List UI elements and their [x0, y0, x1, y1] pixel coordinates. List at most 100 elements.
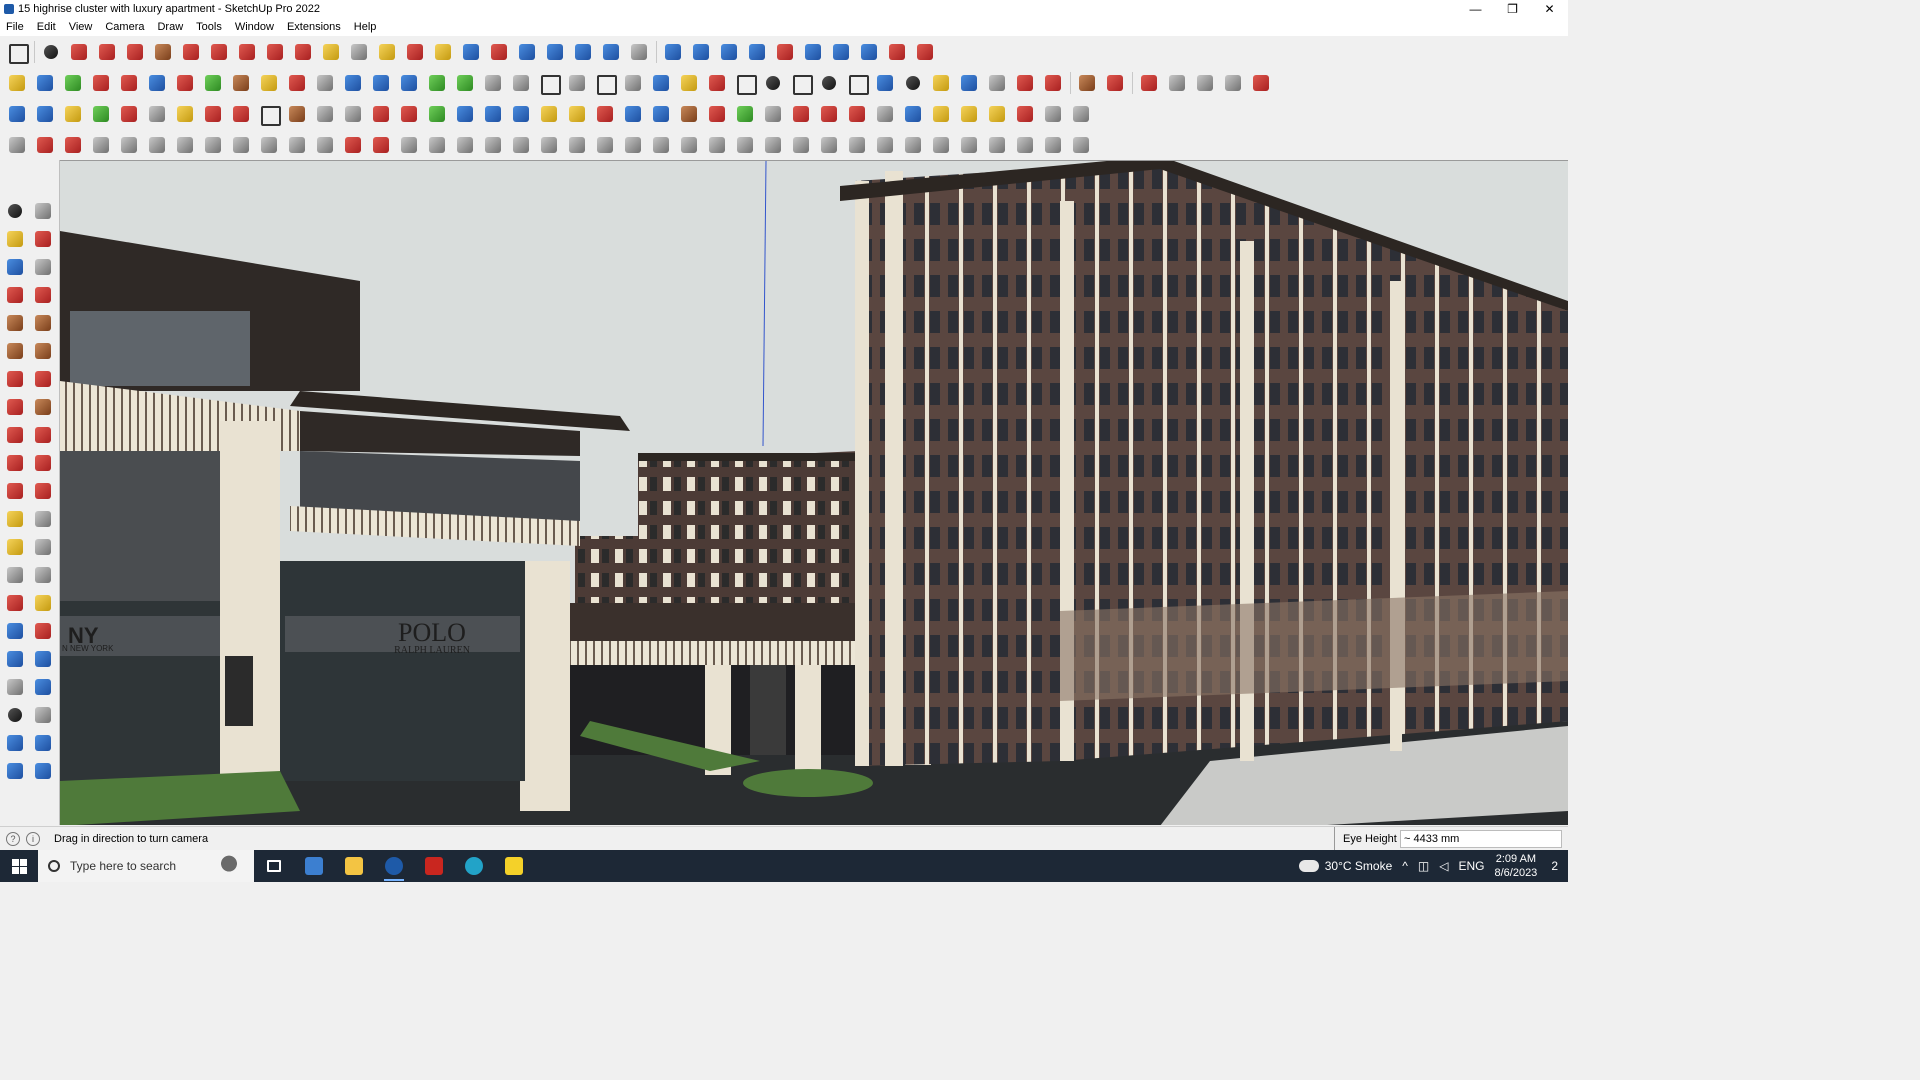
wireframe-style-icon[interactable] — [34, 72, 56, 94]
menu-window[interactable]: Window — [235, 21, 274, 33]
stack-icon[interactable] — [594, 134, 616, 156]
notification-badge[interactable]: 2 — [1551, 859, 1558, 873]
scissors-icon[interactable] — [90, 134, 112, 156]
leaf-icon[interactable] — [678, 72, 700, 94]
window-frame-icon[interactable] — [902, 103, 924, 125]
text-side-icon[interactable] — [32, 536, 54, 558]
menu-file[interactable]: File — [6, 21, 24, 33]
zoom-icon[interactable] — [6, 41, 29, 64]
close-gap-icon[interactable] — [1014, 103, 1036, 125]
corner-double-icon[interactable] — [314, 134, 336, 156]
tag-icon[interactable] — [32, 256, 54, 278]
building-icon[interactable] — [482, 72, 504, 94]
extension-side-icon[interactable] — [32, 732, 54, 754]
panel-curve-icon[interactable] — [538, 134, 560, 156]
left-view-icon[interactable] — [230, 72, 252, 94]
position-camera-icon[interactable] — [4, 676, 26, 698]
select-icon[interactable] — [4, 200, 26, 222]
spline-icon[interactable] — [370, 103, 392, 125]
redo-push-pull-icon[interactable] — [118, 103, 140, 125]
section-display-icon[interactable] — [690, 41, 712, 63]
two-point-arc-icon[interactable] — [32, 368, 54, 390]
loop-icon[interactable] — [566, 103, 588, 125]
slope-icon[interactable] — [342, 134, 364, 156]
mirror-icon[interactable] — [370, 72, 392, 94]
eraser-icon[interactable] — [68, 41, 90, 63]
drape-icon[interactable] — [454, 72, 476, 94]
car-icon[interactable] — [62, 134, 84, 156]
text-icon[interactable] — [348, 41, 370, 63]
cube-outline-icon[interactable] — [202, 134, 224, 156]
cone-icon[interactable] — [482, 103, 504, 125]
rotate-side-icon[interactable] — [4, 452, 26, 474]
parallelogram-shape-icon[interactable] — [846, 72, 869, 95]
lines-icon[interactable] — [762, 134, 784, 156]
wheel-icon[interactable] — [958, 134, 980, 156]
shaded-style-icon[interactable] — [62, 72, 84, 94]
arch-icon[interactable] — [398, 134, 420, 156]
scale-icon[interactable] — [292, 41, 314, 63]
extension-warehouse-icon[interactable] — [544, 41, 566, 63]
rectangle-side-icon[interactable] — [4, 312, 26, 334]
hatch-icon[interactable] — [874, 134, 896, 156]
rotate-icon[interactable] — [264, 41, 286, 63]
taskbar-search[interactable]: Type here to search — [38, 850, 254, 882]
polygon-side-icon[interactable] — [32, 340, 54, 362]
polyline-icon[interactable] — [6, 134, 28, 156]
push-pull-icon[interactable] — [180, 41, 202, 63]
slant-icon[interactable] — [622, 134, 644, 156]
menu-camera[interactable]: Camera — [105, 21, 144, 33]
tray-chevron-icon[interactable]: ^ — [1402, 859, 1408, 873]
offset-icon[interactable] — [202, 103, 224, 125]
circle-shape-icon[interactable] — [762, 72, 784, 94]
three-point-arc-icon[interactable] — [4, 396, 26, 418]
lasso-shape-icon[interactable] — [958, 72, 980, 94]
ring-icon[interactable] — [622, 103, 644, 125]
hand-icon[interactable] — [510, 134, 532, 156]
zoom-extents-icon[interactable] — [488, 41, 510, 63]
zoom-side-icon[interactable] — [4, 620, 26, 642]
zoom-extents-side-icon[interactable] — [4, 648, 26, 670]
round-corner-icon[interactable] — [174, 103, 196, 125]
bezier-icon[interactable] — [342, 103, 364, 125]
grid-tool-icon[interactable] — [734, 103, 756, 125]
top-view-icon[interactable] — [118, 72, 140, 94]
hexagon-shape-icon[interactable] — [790, 72, 813, 95]
section-side-icon[interactable] — [32, 704, 54, 726]
rotated-rect-icon[interactable] — [32, 312, 54, 334]
iso-view-icon[interactable] — [90, 72, 112, 94]
minimize-button[interactable]: — — [1457, 0, 1494, 18]
car-outline-icon[interactable] — [146, 134, 168, 156]
move-side-icon[interactable] — [4, 424, 26, 446]
box-icon[interactable] — [286, 103, 308, 125]
menu-view[interactable]: View — [69, 21, 93, 33]
texture-icon[interactable] — [1104, 72, 1126, 94]
orbit-icon[interactable] — [404, 41, 426, 63]
group-icon[interactable] — [818, 103, 840, 125]
account-icon[interactable] — [628, 41, 650, 63]
menu-tools[interactable]: Tools — [196, 21, 222, 33]
measure-line-icon[interactable] — [1014, 72, 1036, 94]
weather-text[interactable]: 30°C Smoke — [1325, 859, 1393, 873]
gable-icon[interactable] — [594, 72, 617, 95]
fence-icon[interactable] — [454, 134, 476, 156]
gear-icon[interactable] — [118, 134, 140, 156]
line-side-icon[interactable] — [4, 284, 26, 306]
tile-icon[interactable] — [930, 103, 952, 125]
walk-icon[interactable] — [4, 704, 26, 726]
curve-edit-icon[interactable] — [34, 134, 56, 156]
lights-icon[interactable] — [1194, 72, 1216, 94]
protractor-icon[interactable] — [4, 536, 26, 558]
qr-icon[interactable] — [1070, 103, 1092, 125]
extension-manager-icon[interactable] — [600, 41, 622, 63]
warehouse-side-icon[interactable] — [4, 732, 26, 754]
render-settings-icon[interactable] — [1166, 72, 1188, 94]
frame-icon[interactable] — [258, 103, 281, 126]
flip-icon[interactable] — [342, 72, 364, 94]
dimension-icon[interactable] — [802, 41, 824, 63]
star-icon[interactable] — [650, 103, 672, 125]
follow-me-side-icon[interactable] — [32, 452, 54, 474]
push-pull-side-icon[interactable] — [32, 424, 54, 446]
previous-view-icon[interactable] — [32, 648, 54, 670]
3d-text-icon[interactable] — [32, 564, 54, 586]
